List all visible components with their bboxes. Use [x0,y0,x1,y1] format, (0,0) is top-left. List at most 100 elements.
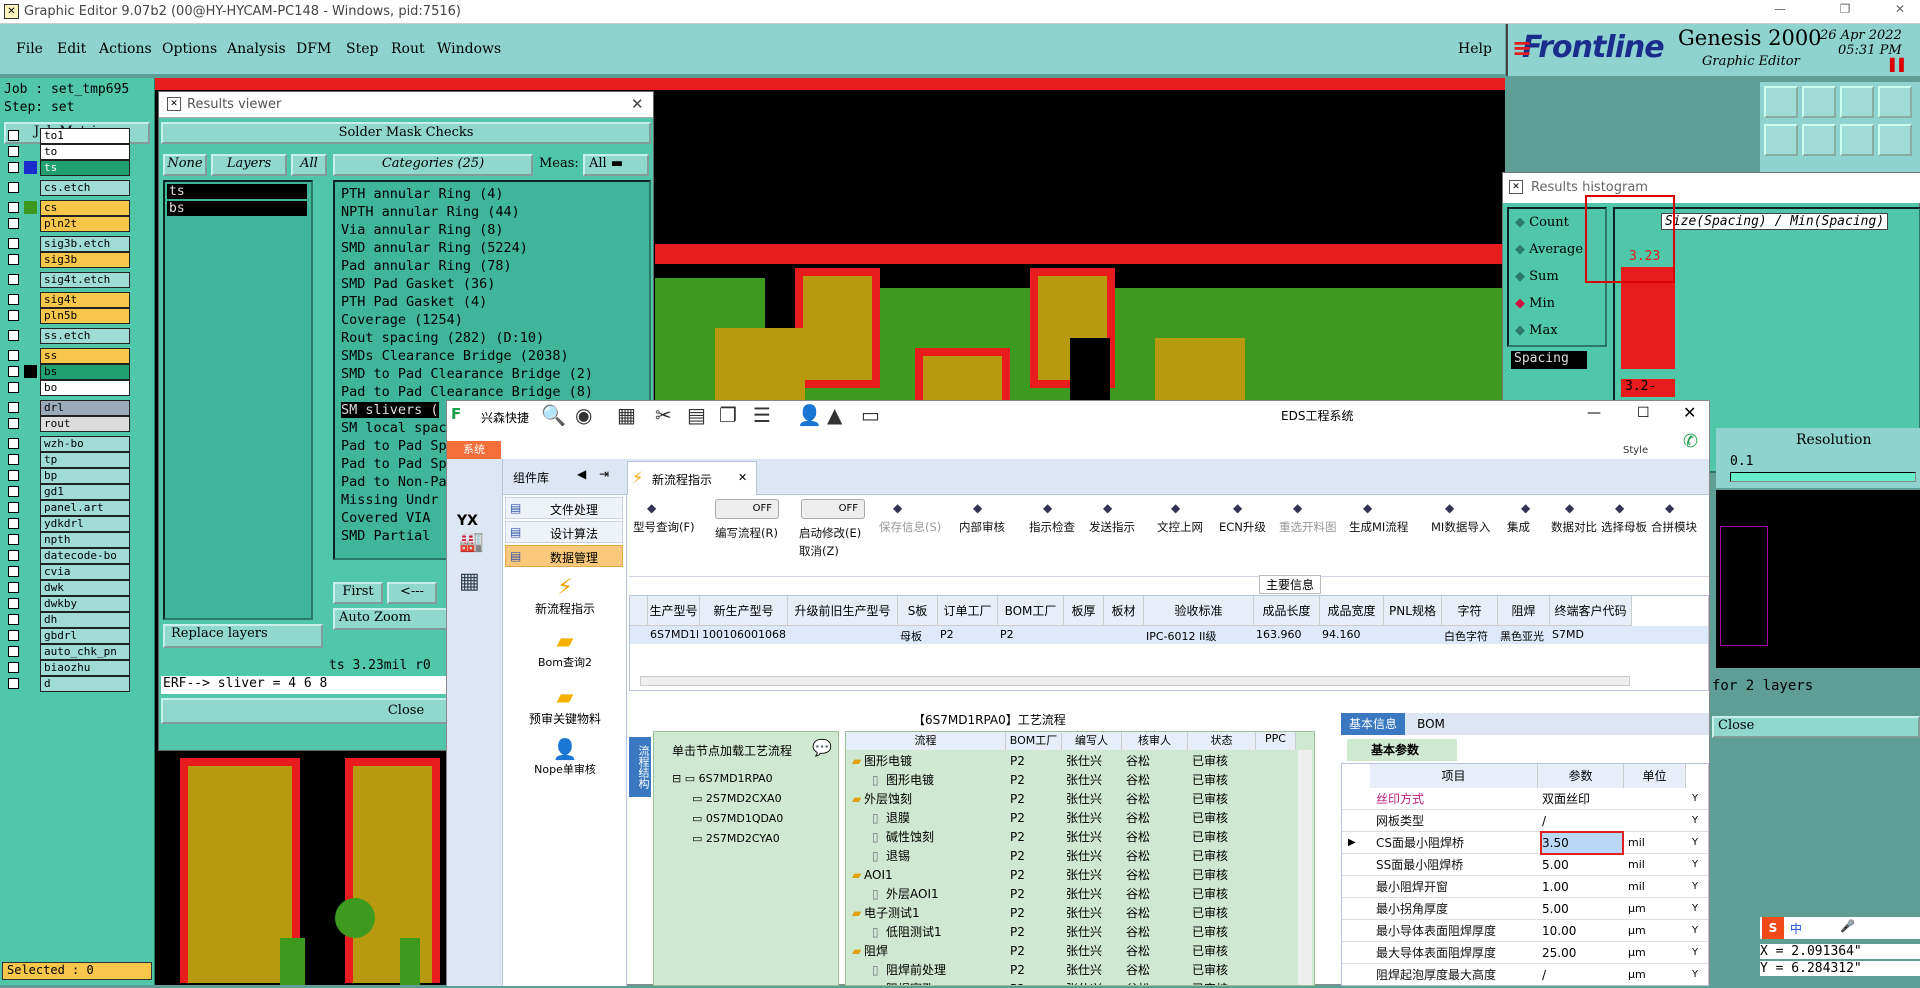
layer-row[interactable]: dh [6,612,130,628]
home-icon[interactable] [1840,86,1874,118]
toolbar-button[interactable]: 指示检查 [1029,519,1075,535]
grid-cell[interactable]: 94.160 [1322,628,1382,641]
menu-step[interactable]: Step [346,41,378,57]
layer-checkbox[interactable] [8,486,19,497]
layer-row[interactable]: sig4t.etch [6,272,130,288]
layer-row[interactable]: tp [6,452,130,468]
eds-minimize[interactable]: — [1587,405,1601,421]
close-window-button[interactable]: ✕ [1880,2,1920,16]
category-item[interactable]: SMDs Clearance Bridge (2038) [341,348,569,364]
param-value[interactable]: 3.50 [1540,831,1624,855]
scissors-icon[interactable]: ✂ [655,403,672,427]
toolbar-button[interactable]: 集成 [1507,519,1530,535]
grid-cell[interactable]: 黑色亚光 [1500,628,1548,644]
toolbar-button[interactable]: 型号查询(F) [633,519,695,535]
grid-cell[interactable]: P2 [940,628,996,641]
layer-checkbox[interactable] [8,350,19,361]
process-row[interactable]: 阻焊前处理 P2 张仕兴 谷松 已审核 ▯ [846,961,1296,980]
layer-row[interactable]: rout [6,416,130,432]
restore-button[interactable]: ❐ [1825,2,1865,16]
layer-row[interactable]: to [6,144,130,160]
eds-maximize[interactable]: ☐ [1637,405,1650,421]
param-row[interactable]: 最大导体表面阻焊厚度 25.00 μm Y [1342,942,1708,964]
grid-cell[interactable]: 母板 [900,628,936,644]
param-row[interactable]: 丝印方式 双面丝印 Y [1342,788,1708,810]
globe-icon[interactable]: ◉ [575,403,592,427]
column-header[interactable]: 终端客户代码 [1550,596,1632,626]
grid-cell[interactable]: 163.960 [1256,628,1318,641]
param-value[interactable]: 25.00 [1542,942,1622,964]
layer-name[interactable]: to [40,144,130,160]
layer-name[interactable]: cs [40,200,130,216]
param-column-header[interactable]: 项目 [1370,764,1538,788]
toolbar-button[interactable]: 重选开料图 [1279,519,1337,535]
toolbar-button[interactable]: 生成MI流程 [1349,519,1408,535]
layer-name[interactable]: rout [40,416,130,432]
param-column-header[interactable]: 参数 [1538,764,1624,788]
histogram-option[interactable]: ◆ Min [1515,296,1555,311]
layer-name[interactable]: dwk [40,580,130,596]
category-item[interactable]: NPTH annular Ring (44) [341,204,520,220]
layer-checkbox[interactable] [8,518,19,529]
layer-checkbox[interactable] [8,630,19,641]
layer-row[interactable]: ss [6,348,130,364]
all-button[interactable]: All [291,154,327,176]
param-row[interactable]: 最小导体表面阻焊厚度 10.00 μm Y [1342,920,1708,942]
category-item[interactable]: PTH annular Ring (4) [341,186,504,202]
layer-name[interactable]: datecode-bo [40,548,130,564]
layer-name[interactable]: ss [40,348,130,364]
column-header[interactable]: PNL规格 [1384,596,1442,626]
histogram-option[interactable]: ◆ Average [1515,242,1583,257]
layer-name[interactable]: ts [40,160,130,176]
none-button[interactable]: None [163,154,207,176]
category-item[interactable]: Via annular Ring (8) [341,222,504,238]
histogram-close-button[interactable]: Close [1712,716,1920,738]
film-icon[interactable]: ▤ [687,403,706,427]
layer-checkbox[interactable] [8,662,19,673]
column-header[interactable]: 板厚 [1064,596,1104,626]
layer-name[interactable]: d [40,676,130,692]
layer-checkbox[interactable] [8,402,19,413]
tab-close-icon[interactable]: ✕ [738,471,747,484]
layer-row[interactable]: wzh-bo [6,436,130,452]
category-item[interactable]: SMD Pad Gasket (36) [341,276,495,292]
param-row[interactable]: 阻焊起泡厚度最大高度 / μm Y [1342,964,1708,985]
toolbar-button[interactable]: 发送指示 [1089,519,1135,535]
tool-new-process[interactable]: ⚡ 新流程指示 [507,575,623,625]
toolbar-button[interactable]: ECN升级 [1219,519,1266,535]
result-layer-ts[interactable]: ts [167,184,307,199]
layer-checkbox[interactable] [8,502,19,513]
layer-name[interactable]: panel.art [40,500,130,516]
process-column-header[interactable]: BOM工厂 [1006,732,1062,750]
tab-bom[interactable]: BOM [1411,713,1451,735]
menu-rout[interactable]: Rout [391,41,425,57]
category-item[interactable]: SMD Partial [341,528,430,544]
param-value[interactable]: 10.00 [1542,920,1622,942]
grid-cell[interactable]: 白色字符 [1444,628,1496,644]
process-row[interactable]: 图形电镀 P2 张仕兴 谷松 已审核 ▯ [846,771,1296,790]
layer-row[interactable]: panel.art [6,500,130,516]
param-row[interactable]: SS面最小阻焊桥 5.00 mil Y [1342,854,1708,876]
eds-close[interactable]: ✕ [1683,403,1696,422]
layer-row[interactable]: bs [6,364,130,380]
layer-name[interactable]: dwkby [40,596,130,612]
layer-checkbox[interactable] [8,238,19,249]
tool-bom-query[interactable]: ▰ Bom查询2 [507,629,623,679]
process-row[interactable]: 外层AOI1 P2 张仕兴 谷松 已审核 ▯ [846,885,1296,904]
histogram-option[interactable]: ◆ Max [1515,323,1558,338]
layer-checkbox[interactable] [8,598,19,609]
category-item[interactable]: Pad to Pad Sp [341,438,447,454]
menu-file[interactable]: File [16,41,43,57]
off-toggle[interactable]: OFF [715,499,779,519]
process-column-header[interactable]: 编写人 [1062,732,1122,750]
layer-row[interactable]: gbdrl [6,628,130,644]
grid-cell[interactable]: 6S7MD1RPA0 [650,628,698,641]
menu-edit[interactable]: Edit [57,41,86,57]
grid-cell[interactable]: IPC-6012 II级 [1146,628,1252,644]
layer-checkbox[interactable] [8,218,19,229]
grid-cell[interactable]: S7MD [1552,628,1630,641]
layer-name[interactable]: ss.etch [40,328,130,344]
layer-row[interactable]: bo [6,380,130,396]
nav-design-algorithm[interactable]: ▤ 设计算法 [505,521,623,543]
mini-map[interactable] [1716,490,1920,668]
